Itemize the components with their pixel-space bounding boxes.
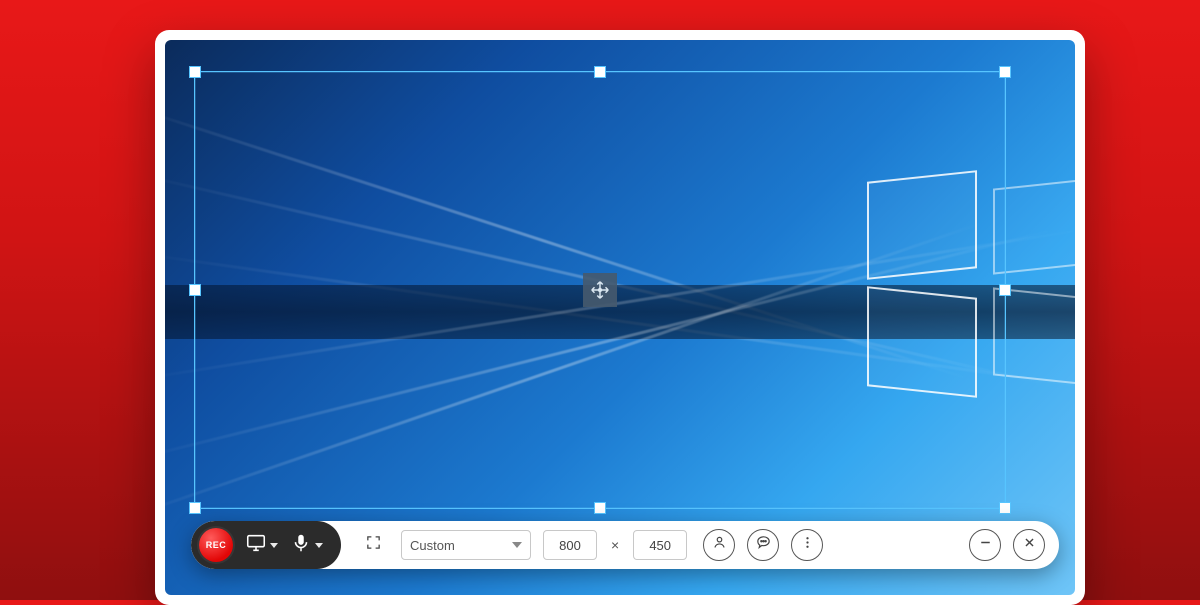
mic-icon [290,532,312,559]
resize-handle-top-left[interactable] [189,66,201,78]
resize-handle-bottom[interactable] [594,502,606,514]
chevron-down-icon [270,543,278,548]
record-button[interactable]: REC [199,528,233,562]
more-options-button[interactable] [791,529,823,561]
resize-handle-top-right[interactable] [999,66,1011,78]
height-input[interactable] [633,530,687,560]
chevron-down-icon [315,543,323,548]
screen-source-button[interactable] [245,532,278,559]
chevron-down-icon [512,542,522,548]
fullscreen-icon [365,534,382,556]
speech-bubble-icon [755,534,772,556]
close-button[interactable] [1013,529,1045,561]
resize-handle-bottom-right[interactable] [999,502,1011,514]
minimize-icon [977,534,994,556]
minimize-button[interactable] [969,529,1001,561]
resize-handle-left[interactable] [189,284,201,296]
desktop-screen: REC [165,40,1075,595]
size-preset-label: Custom [410,538,455,553]
resize-handle-top[interactable] [594,66,606,78]
fullscreen-button[interactable] [357,529,389,561]
dimension-separator: × [609,537,621,553]
size-preset-select[interactable]: Custom [401,530,531,560]
audio-source-button[interactable] [290,532,323,559]
webcam-button[interactable] [703,529,735,561]
more-icon [799,534,816,556]
monitor-icon [245,532,267,559]
move-icon[interactable] [583,273,617,307]
recorder-toolbar: REC [191,521,1059,569]
capture-region[interactable] [195,72,1005,508]
resize-handle-right[interactable] [999,284,1011,296]
close-icon [1021,534,1038,556]
width-input[interactable] [543,530,597,560]
device-frame: REC [155,30,1085,605]
annotate-button[interactable] [747,529,779,561]
person-icon [711,534,728,556]
resize-handle-bottom-left[interactable] [189,502,201,514]
record-controls: REC [191,521,341,569]
